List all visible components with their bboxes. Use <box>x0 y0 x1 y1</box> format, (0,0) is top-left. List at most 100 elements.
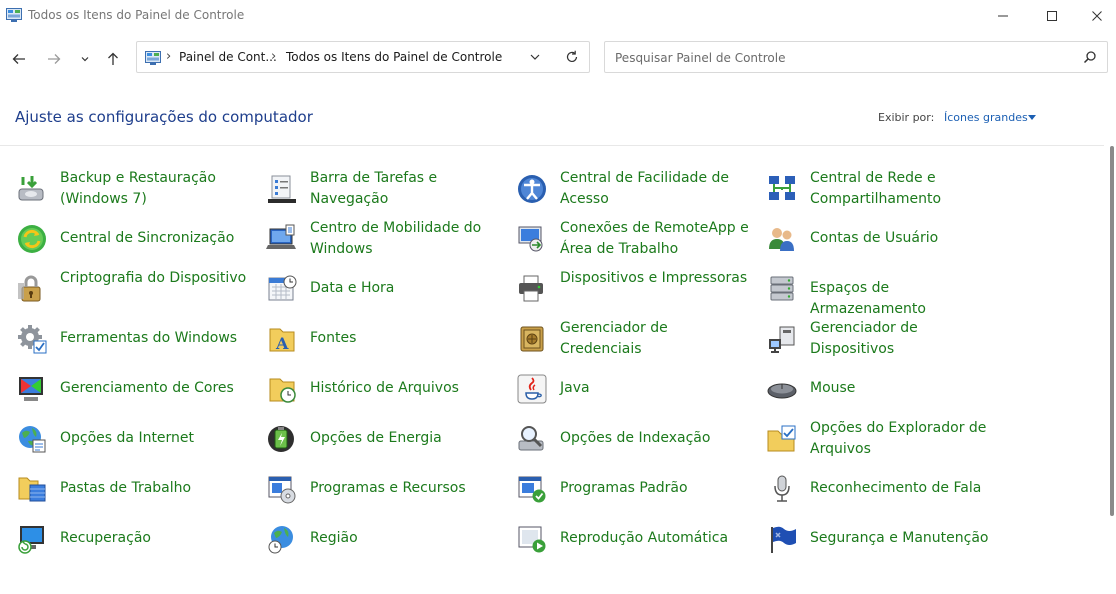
control-panel-item-recovery[interactable]: Recuperação <box>0 514 248 560</box>
item-label[interactable]: Criptografia do Dispositivo <box>60 268 250 289</box>
maximize-button[interactable] <box>1029 0 1075 32</box>
back-button[interactable] <box>8 48 30 70</box>
item-label[interactable]: Barra de Tarefas e Navegação <box>310 168 500 210</box>
control-panel-item-file-history[interactable]: Histórico de Arquivos <box>250 364 498 410</box>
item-label[interactable]: Centro de Mobilidade do Windows <box>310 218 500 260</box>
control-panel-item-work-folders[interactable]: Pastas de Trabalho <box>0 464 248 510</box>
control-panel-item-battery[interactable]: Opções de Energia <box>250 414 498 460</box>
item-label[interactable]: Pastas de Trabalho <box>60 478 250 499</box>
item-label[interactable]: Opções de Indexação <box>560 428 750 449</box>
item-label[interactable]: Reprodução Automática <box>560 528 750 549</box>
control-panel-item-region-globe[interactable]: Região <box>250 514 498 560</box>
control-panel-item-device-manager[interactable]: Gerenciador de Dispositivos <box>750 314 998 360</box>
folder-options-icon <box>767 425 796 452</box>
item-label[interactable]: Conexões de RemoteApp e Área de Trabalho <box>560 218 750 260</box>
dropdown-caret-icon[interactable] <box>1028 115 1036 120</box>
minimize-button[interactable] <box>980 0 1026 32</box>
search-icon[interactable] <box>1083 50 1097 64</box>
control-panel-item-java[interactable]: Java <box>500 364 748 410</box>
item-label[interactable]: Central de Sincronização <box>60 228 250 249</box>
item-label[interactable]: Central de Rede e Compartilhamento <box>810 168 1000 210</box>
control-panel-item-remoteapp[interactable]: Conexões de RemoteApp e Área de Trabalho <box>500 214 750 260</box>
search-box[interactable] <box>604 41 1108 73</box>
item-label[interactable]: Região <box>310 528 500 549</box>
control-panel-item-internet-globe[interactable]: Opções da Internet <box>0 414 248 460</box>
control-panel-item-sync[interactable]: Central de Sincronização <box>0 214 248 260</box>
control-panel-item-storage[interactable]: Espaços de Armazenamento <box>750 264 998 317</box>
item-label[interactable]: Programas e Recursos <box>310 478 500 499</box>
item-label[interactable]: Backup e Restauração (Windows 7) <box>60 168 250 210</box>
control-panel-item-encryption[interactable]: Criptografia do Dispositivo <box>0 264 248 310</box>
address-bar[interactable]: › Painel de Cont... › Todos os Itens do … <box>136 41 590 73</box>
item-label[interactable]: Opções da Internet <box>60 428 250 449</box>
gear-icon <box>18 325 47 354</box>
breadcrumb-all-items[interactable]: Todos os Itens do Painel de Controle <box>286 50 502 64</box>
control-panel-item-accessibility[interactable]: Central de Facilidade de Acesso <box>500 164 748 210</box>
up-button[interactable] <box>102 48 124 70</box>
control-panel-item-mouse[interactable]: Mouse <box>750 364 998 410</box>
control-panel-item-backup[interactable]: Backup e Restauração (Windows 7) <box>0 164 248 210</box>
control-panel-item-color-management[interactable]: Gerenciamento de Cores <box>0 364 248 410</box>
item-label[interactable]: Gerenciador de Credenciais <box>560 318 750 360</box>
control-panel-item-network[interactable]: Central de Rede e Compartilhamento <box>750 164 998 210</box>
item-label[interactable]: Reconhecimento de Fala <box>810 478 1000 499</box>
control-panel-item-default-programs[interactable]: Programas Padrão <box>500 464 748 510</box>
item-label[interactable]: Gerenciamento de Cores <box>60 378 250 399</box>
control-panel-item-indexing[interactable]: Opções de Indexação <box>500 414 748 460</box>
control-panel-item-programs[interactable]: Programas e Recursos <box>250 464 498 510</box>
control-panel-item-taskbar[interactable]: Barra de Tarefas e Navegação <box>250 164 498 210</box>
item-label[interactable]: Histórico de Arquivos <box>310 378 500 399</box>
item-label[interactable]: Java <box>560 378 750 399</box>
control-panel-item-autoplay[interactable]: Reprodução Automática <box>500 514 748 560</box>
item-label[interactable]: Opções de Energia <box>310 428 500 449</box>
view-by-dropdown[interactable]: Ícones grandes <box>944 111 1028 124</box>
item-label[interactable]: Ferramentas do Windows <box>60 328 250 349</box>
item-label[interactable]: Data e Hora <box>310 278 500 299</box>
forward-button[interactable] <box>43 48 65 70</box>
chevron-down-icon[interactable] <box>529 52 541 62</box>
breadcrumb-separator-icon[interactable]: › <box>166 49 171 64</box>
item-label[interactable]: Contas de Usuário <box>810 228 1000 249</box>
maximize-icon <box>1047 11 1057 21</box>
control-panel-item-calendar-clock[interactable]: Data e Hora <box>250 264 498 310</box>
close-icon <box>1092 11 1102 21</box>
search-input[interactable] <box>613 48 1057 68</box>
control-panel-item-users[interactable]: Contas de Usuário <box>750 214 998 260</box>
control-panel-item-microphone[interactable]: Reconhecimento de Fala <box>750 464 998 510</box>
users-icon <box>769 228 794 251</box>
control-panel-item-mobility[interactable]: Centro de Mobilidade do Windows <box>250 214 498 260</box>
item-label[interactable]: Central de Facilidade de Acesso <box>560 168 750 210</box>
item-label[interactable]: Opções do Explorador de Arquivos <box>810 418 1000 460</box>
item-label[interactable]: Segurança e Manutenção <box>810 528 1000 549</box>
item-label[interactable]: Fontes <box>310 328 500 349</box>
arrow-up-icon <box>108 52 118 65</box>
item-label[interactable]: Recuperação <box>60 528 250 549</box>
close-button[interactable] <box>1074 0 1116 32</box>
control-panel-item-fonts[interactable]: A Fontes <box>250 314 498 360</box>
breadcrumb-control-panel[interactable]: Painel de Cont... <box>179 50 277 64</box>
control-panel-item-gear[interactable]: Ferramentas do Windows <box>0 314 248 360</box>
window-title: Todos os Itens do Painel de Controle <box>28 8 245 22</box>
printer-icon <box>519 275 543 302</box>
navigation-bar: › Painel de Cont... › Todos os Itens do … <box>0 38 1116 78</box>
breadcrumb-separator-icon[interactable]: › <box>271 49 276 64</box>
control-panel-item-folder-options[interactable]: Opções do Explorador de Arquivos <box>750 414 998 460</box>
scrollbar-thumb[interactable] <box>1110 146 1114 516</box>
item-label[interactable]: Gerenciador de Dispositivos <box>810 318 1000 360</box>
recent-locations-button[interactable] <box>74 48 96 70</box>
control-panel-icon <box>145 51 161 65</box>
item-label[interactable]: Dispositivos e Impressoras <box>560 268 750 289</box>
item-label[interactable]: Mouse <box>810 378 1000 399</box>
color-management-icon <box>19 377 43 401</box>
recovery-icon <box>18 526 44 554</box>
title-bar: Todos os Itens do Painel de Controle <box>0 0 1116 32</box>
refresh-icon[interactable] <box>565 50 579 64</box>
sync-icon <box>18 225 46 253</box>
microphone-icon <box>774 475 790 502</box>
control-panel-item-printer[interactable]: Dispositivos e Impressoras <box>500 264 748 310</box>
storage-icon <box>770 276 794 301</box>
item-label[interactable]: Programas Padrão <box>560 478 750 499</box>
autoplay-icon <box>518 526 546 553</box>
control-panel-item-security-flag[interactable]: Segurança e Manutenção <box>750 514 998 560</box>
control-panel-item-credential-vault[interactable]: Gerenciador de Credenciais <box>500 314 748 360</box>
